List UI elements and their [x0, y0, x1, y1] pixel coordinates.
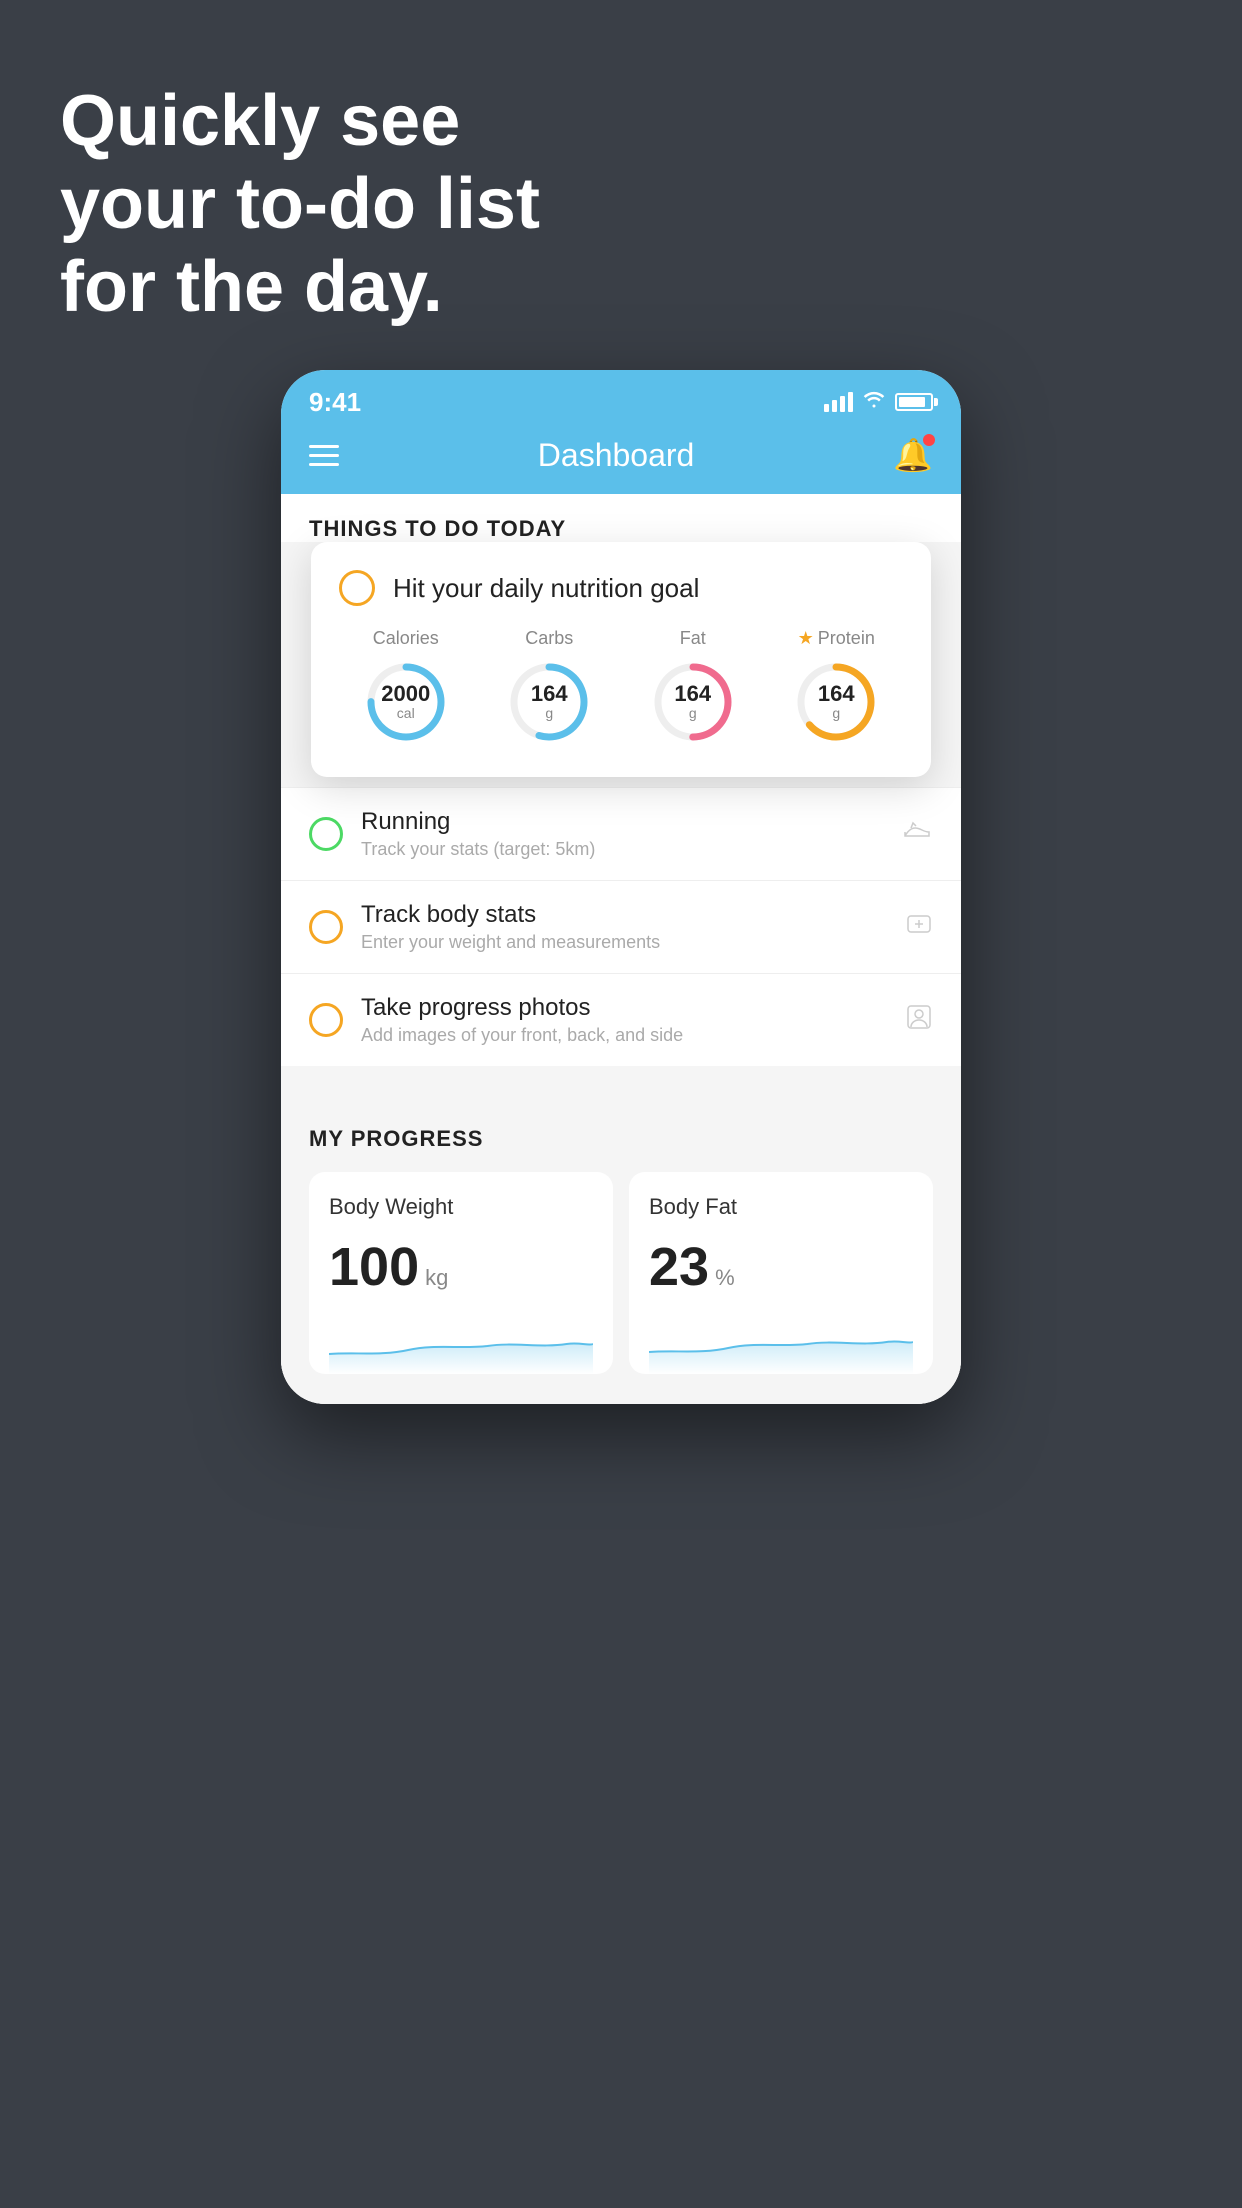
photos-title: Take progress photos [361, 994, 887, 1022]
wifi-icon [863, 390, 885, 414]
protein-ring: 164 g [791, 657, 881, 747]
progress-section-title: MY PROGRESS [309, 1126, 933, 1152]
protein-label: ★ Protein [798, 628, 875, 649]
running-title: Running [361, 808, 885, 836]
photos-text: Take progress photos Add images of your … [361, 994, 887, 1046]
todo-list: Running Track your stats (target: 5km) T… [281, 787, 961, 1066]
shoe-icon [903, 819, 933, 850]
nutrition-protein: ★ Protein 164 g [791, 628, 881, 747]
protein-unit: g [832, 705, 840, 721]
body-fat-value-row: 23 % [649, 1240, 913, 1294]
body-weight-value: 100 [329, 1240, 419, 1294]
nutrition-fat: Fat 164 g [648, 628, 738, 747]
todo-item-running[interactable]: Running Track your stats (target: 5km) [281, 787, 961, 880]
protein-value: 164 [818, 683, 855, 705]
headline-line2: your to-do list [60, 163, 540, 246]
background-headline: Quickly see your to-do list for the day. [60, 80, 540, 328]
progress-section: MY PROGRESS Body Weight 100 kg [281, 1096, 961, 1404]
scale-icon [905, 910, 933, 945]
headline-line3: for the day. [60, 246, 540, 329]
nutrition-card[interactable]: Hit your daily nutrition goal Calories 2… [311, 542, 931, 777]
carbs-label: Carbs [525, 628, 573, 649]
protein-star-icon: ★ [798, 628, 814, 649]
body-fat-value: 23 [649, 1240, 709, 1294]
photos-subtitle: Add images of your front, back, and side [361, 1025, 887, 1046]
photos-checkbox[interactable] [309, 1003, 343, 1037]
card-header: Hit your daily nutrition goal [339, 570, 903, 606]
calories-ring: 2000 cal [361, 657, 451, 747]
app-header: Dashboard 🔔 [281, 422, 961, 494]
nutrition-checkbox[interactable] [339, 570, 375, 606]
running-subtitle: Track your stats (target: 5km) [361, 839, 885, 860]
battery-icon [895, 393, 933, 411]
carbs-unit: g [545, 705, 553, 721]
body-fat-chart [649, 1314, 913, 1374]
headline-line1: Quickly see [60, 80, 540, 163]
status-time: 9:41 [309, 387, 361, 418]
phone-mockup: 9:41 Dashboard 🔔 [281, 370, 961, 1404]
running-text: Running Track your stats (target: 5km) [361, 808, 885, 860]
status-bar: 9:41 [281, 370, 961, 422]
notification-bell[interactable]: 🔔 [893, 436, 933, 474]
notification-dot [923, 434, 935, 446]
status-icons [824, 390, 933, 414]
fat-unit: g [689, 705, 697, 721]
things-section-title: THINGS TO DO TODAY [309, 516, 933, 542]
calories-unit: cal [397, 705, 415, 721]
todo-item-photos[interactable]: Take progress photos Add images of your … [281, 973, 961, 1066]
nutrition-card-title: Hit your daily nutrition goal [393, 573, 699, 604]
carbs-ring: 164 g [504, 657, 594, 747]
person-icon [905, 1003, 933, 1038]
signal-icon [824, 392, 853, 412]
body-stats-checkbox[interactable] [309, 910, 343, 944]
body-fat-card-title: Body Fat [649, 1194, 913, 1220]
body-weight-unit: kg [425, 1265, 448, 1291]
header-title: Dashboard [538, 437, 695, 474]
todo-item-body-stats[interactable]: Track body stats Enter your weight and m… [281, 880, 961, 973]
calories-label: Calories [373, 628, 439, 649]
body-fat-card[interactable]: Body Fat 23 % [629, 1172, 933, 1374]
progress-cards: Body Weight 100 kg [309, 1172, 933, 1374]
body-fat-unit: % [715, 1265, 735, 1291]
body-weight-chart [329, 1314, 593, 1374]
calories-value: 2000 [381, 683, 430, 705]
nutrition-grid: Calories 2000 cal Carbs [339, 628, 903, 747]
fat-ring: 164 g [648, 657, 738, 747]
app-content: THINGS TO DO TODAY Hit your daily nutrit… [281, 494, 961, 1404]
fat-value: 164 [674, 683, 711, 705]
body-weight-value-row: 100 kg [329, 1240, 593, 1294]
body-stats-title: Track body stats [361, 901, 887, 929]
fat-label: Fat [680, 628, 706, 649]
body-weight-card[interactable]: Body Weight 100 kg [309, 1172, 613, 1374]
running-checkbox[interactable] [309, 817, 343, 851]
hamburger-menu[interactable] [309, 445, 339, 466]
things-to-do-section: THINGS TO DO TODAY [281, 494, 961, 542]
nutrition-calories: Calories 2000 cal [361, 628, 451, 747]
body-weight-card-title: Body Weight [329, 1194, 593, 1220]
nutrition-carbs: Carbs 164 g [504, 628, 594, 747]
carbs-value: 164 [531, 683, 568, 705]
body-stats-text: Track body stats Enter your weight and m… [361, 901, 887, 953]
body-stats-subtitle: Enter your weight and measurements [361, 932, 887, 953]
